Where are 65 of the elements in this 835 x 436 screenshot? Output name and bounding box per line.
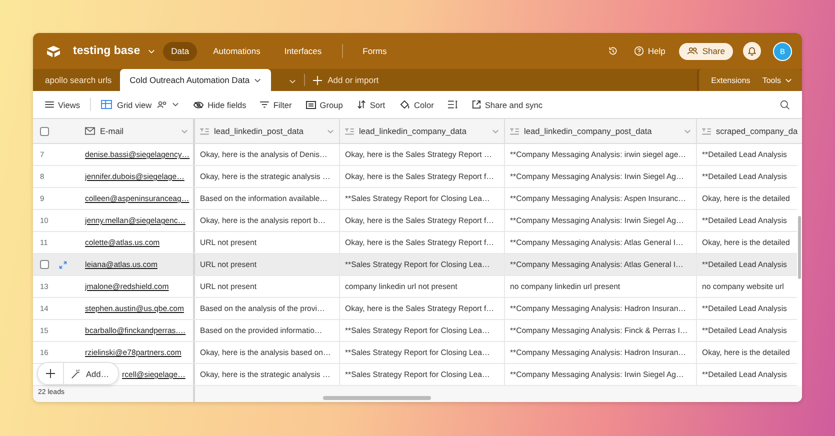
column-header[interactable]: scraped_company_da bbox=[697, 119, 802, 143]
toolbar-button[interactable]: Share and sync bbox=[472, 100, 543, 110]
logo-icon bbox=[46, 44, 61, 58]
share-button[interactable]: Share bbox=[679, 42, 733, 60]
filter-icon bbox=[260, 101, 270, 108]
checkbox[interactable] bbox=[40, 126, 49, 136]
add-import-button[interactable]: Add or import bbox=[312, 69, 379, 91]
chevron-icon bbox=[181, 128, 188, 134]
history-icon[interactable] bbox=[608, 46, 618, 56]
nav-tab[interactable]: Data bbox=[163, 42, 198, 60]
checkbox[interactable] bbox=[40, 260, 49, 269]
people-icon bbox=[687, 47, 698, 55]
grid-view-button[interactable]: Grid view bbox=[100, 100, 179, 110]
mail-icon bbox=[85, 127, 95, 135]
plus-icon bbox=[46, 369, 55, 378]
chevron-icon bbox=[254, 78, 261, 82]
people-icon bbox=[156, 101, 167, 108]
column-header[interactable]: lead_linkedin_company_post_data bbox=[505, 119, 697, 143]
expand-icon[interactable] bbox=[59, 260, 67, 268]
notifications-button[interactable] bbox=[743, 42, 761, 60]
toolbar-button[interactable]: Color bbox=[399, 100, 434, 110]
table-tab[interactable]: apollo search urls bbox=[33, 69, 120, 91]
row-height-icon bbox=[448, 100, 458, 109]
help-button[interactable]: Help bbox=[634, 46, 666, 56]
toolbar-button[interactable]: Filter bbox=[260, 100, 292, 110]
plus-icon bbox=[312, 76, 322, 84]
column-header[interactable]: E-mail bbox=[80, 119, 195, 143]
table-tab[interactable]: Cold Outreach Automation Data bbox=[120, 69, 271, 91]
search-icon[interactable] bbox=[780, 100, 790, 110]
text-field-icon bbox=[345, 128, 354, 134]
grid-icon bbox=[100, 100, 112, 109]
toolbar-button[interactable]: Sort bbox=[356, 100, 386, 110]
tools-button[interactable]: Tools bbox=[762, 76, 792, 84]
extensions-button[interactable]: Extensions bbox=[711, 76, 750, 84]
views-button[interactable]: Views bbox=[45, 100, 80, 110]
external-link-icon bbox=[472, 100, 481, 109]
toolbar-button[interactable]: Hide fields bbox=[192, 100, 246, 110]
menu-icon bbox=[45, 101, 54, 108]
nav-tab[interactable]: Automations bbox=[205, 42, 268, 60]
help-icon bbox=[634, 46, 644, 56]
column-header[interactable]: lead_linkedin_company_data bbox=[340, 119, 505, 143]
scrollbar[interactable] bbox=[323, 396, 431, 400]
text-field-icon bbox=[702, 128, 711, 134]
chevron-icon bbox=[327, 128, 334, 134]
wand-icon bbox=[71, 368, 81, 378]
chevron-icon[interactable] bbox=[288, 79, 296, 84]
bell-icon bbox=[747, 46, 757, 56]
add-options-button[interactable]: Add… bbox=[64, 363, 118, 384]
chevron-icon bbox=[684, 128, 691, 134]
toolbar-button[interactable]: Group bbox=[306, 100, 343, 110]
chevron-icon bbox=[785, 78, 792, 82]
eye-icon bbox=[192, 100, 204, 108]
sort-icon bbox=[356, 100, 366, 109]
nav-tab[interactable]: Interfaces bbox=[276, 42, 330, 60]
row-height-button[interactable] bbox=[448, 100, 458, 109]
paint-bucket-icon bbox=[399, 100, 410, 109]
text-field-icon bbox=[510, 128, 519, 134]
nav-tab[interactable]: Forms bbox=[354, 42, 395, 60]
chevron-icon bbox=[172, 102, 179, 107]
chevron-icon bbox=[492, 128, 499, 134]
scrollbar[interactable] bbox=[798, 216, 801, 279]
list-icon bbox=[306, 100, 316, 108]
column-header[interactable]: lead_linkedin_post_data bbox=[195, 119, 340, 143]
text-field-icon bbox=[200, 128, 209, 134]
base-name[interactable]: testing base bbox=[73, 45, 140, 57]
